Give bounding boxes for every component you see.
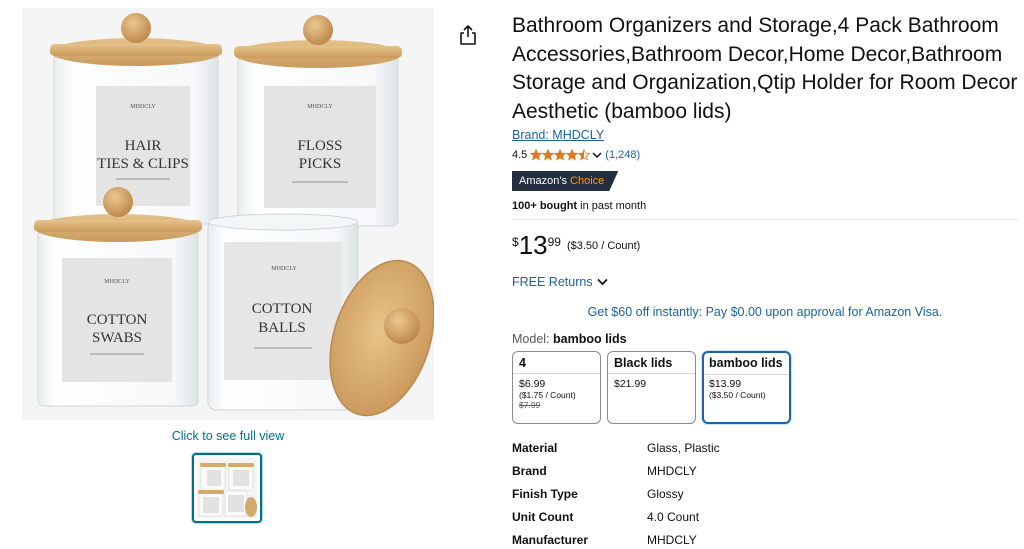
price: $ 13 99 ($3.50 / Count) [512, 230, 1018, 260]
model-options: 4 $6.99 ($1.75 / Count) $7.99 Black lids… [512, 351, 1018, 424]
bought-count: 100+ bought [512, 200, 578, 212]
spec-row: Finish Type Glossy [512, 482, 720, 505]
product-specs-table: Material Glass, Plastic Brand MHDCLY Finis… [512, 436, 720, 549]
amazons-choice-badge: Amazon's Choice [512, 171, 618, 191]
jar-hair-ties: MHDCLY HAIR TIES & CLIPS [50, 13, 222, 225]
option-unit-price: ($1.75 / Count) [519, 390, 576, 400]
svg-text:COTTON: COTTON [252, 301, 313, 317]
chevron-down-icon [596, 278, 608, 286]
model-label-text: Model: [512, 332, 553, 346]
star-icon [578, 149, 591, 161]
option-price: $21.99 [614, 378, 647, 390]
star-icon [542, 149, 555, 161]
svg-text:MHDCLY: MHDCLY [104, 279, 130, 285]
spec-row: Unit Count 4.0 Count [512, 505, 720, 528]
free-returns-link[interactable]: FREE Returns [512, 275, 1018, 289]
spec-row: Manufacturer MHDCLY [512, 528, 720, 549]
thumbnail-jars [197, 458, 257, 518]
bought-in-past-month: 100+ bought in past month [512, 200, 1018, 212]
svg-text:MHDCLY: MHDCLY [307, 104, 333, 110]
spec-key: Unit Count [512, 509, 574, 524]
option-list-price: $7.99 [519, 400, 541, 410]
spec-key: Brand [512, 463, 547, 478]
image-thumbnail[interactable] [192, 453, 262, 523]
product-title: Bathroom Organizers and Storage,4 Pack B… [512, 14, 1018, 123]
spec-value: Glossy [647, 486, 684, 501]
star-rating[interactable] [530, 149, 591, 161]
spec-value: Glass, Plastic [647, 440, 720, 455]
price-fraction: 99 [547, 235, 561, 249]
spec-key: Material [512, 440, 558, 455]
jar-cotton-swabs: MHDCLY COTTON SWABS [34, 187, 202, 407]
svg-text:MHDCLY: MHDCLY [130, 104, 156, 110]
rating-row: 4.5 (1,248) [512, 148, 1018, 162]
model-selected-value: bamboo lids [553, 332, 627, 346]
option-unit-price: ($3.50 / Count) [709, 390, 766, 400]
svg-text:PICKS: PICKS [299, 156, 342, 172]
spec-row: Material Glass, Plastic [512, 436, 720, 459]
price-whole: 13 [518, 230, 548, 260]
chevron-down-icon[interactable] [592, 151, 602, 159]
jar-floss-picks: MHDCLY FLOSS PICKS [234, 15, 402, 227]
option-bamboo-lids[interactable]: bamboo lids $13.99 ($3.50 / Count) [702, 351, 791, 424]
option-name: Black lids [608, 352, 695, 374]
svg-text:TIES & CLIPS: TIES & CLIPS [97, 156, 189, 172]
spec-value: MHDCLY [647, 463, 697, 478]
option-name: bamboo lids [704, 353, 789, 375]
spec-key: Manufacturer [512, 532, 589, 547]
star-icon [566, 149, 579, 161]
main-product-image[interactable]: MHDCLY HAIR TIES & CLIPS MHDCLY FLOSS PI… [22, 8, 434, 420]
svg-text:MHDCLY: MHDCLY [271, 266, 297, 272]
spec-value: 4.0 Count [647, 509, 700, 524]
bought-period: in past month [577, 200, 647, 212]
option-price: $6.99 [519, 378, 546, 390]
option-name: 4 [513, 352, 600, 374]
spec-row: Brand MHDCLY [512, 459, 720, 482]
svg-text:COTTON: COTTON [87, 312, 148, 328]
svg-text:FLOSS: FLOSS [297, 138, 342, 154]
svg-text:HAIR: HAIR [125, 138, 162, 154]
rating-value: 4.5 [512, 149, 528, 161]
price-symbol: $ [512, 235, 519, 249]
option-price: $13.99 [709, 378, 742, 390]
option-4-pack[interactable]: 4 $6.99 ($1.75 / Count) $7.99 [512, 351, 601, 424]
full-view-link[interactable]: Click to see full view [22, 429, 434, 443]
divider [512, 219, 1018, 220]
option-black-lids[interactable]: Black lids $21.99 [607, 351, 696, 424]
rating-count-link[interactable]: (1,248) [605, 149, 640, 161]
spec-value: MHDCLY [647, 532, 697, 547]
product-info: Bathroom Organizers and Storage,4 Pack B… [512, 12, 1018, 549]
brand-link[interactable]: Brand: MHDCLY [512, 128, 604, 142]
badge-prefix: Amazon's [519, 175, 567, 187]
share-icon[interactable] [458, 24, 478, 46]
spec-key: Finish Type [512, 486, 578, 501]
unit-price: ($3.50 / Count) [566, 240, 641, 252]
visa-promo-link[interactable]: Get $60 off instantly: Pay $0.00 upon ap… [512, 305, 1018, 319]
svg-text:BALLS: BALLS [258, 320, 306, 336]
model-label: Model: bamboo lids [512, 332, 1018, 346]
badge-choice: Choice [570, 175, 605, 187]
star-icon [530, 149, 543, 161]
jars-illustration: MHDCLY HAIR TIES & CLIPS MHDCLY FLOSS PI… [22, 8, 434, 420]
star-icon [554, 149, 567, 161]
free-returns-label: FREE Returns [512, 275, 593, 289]
svg-text:SWABS: SWABS [92, 330, 142, 346]
